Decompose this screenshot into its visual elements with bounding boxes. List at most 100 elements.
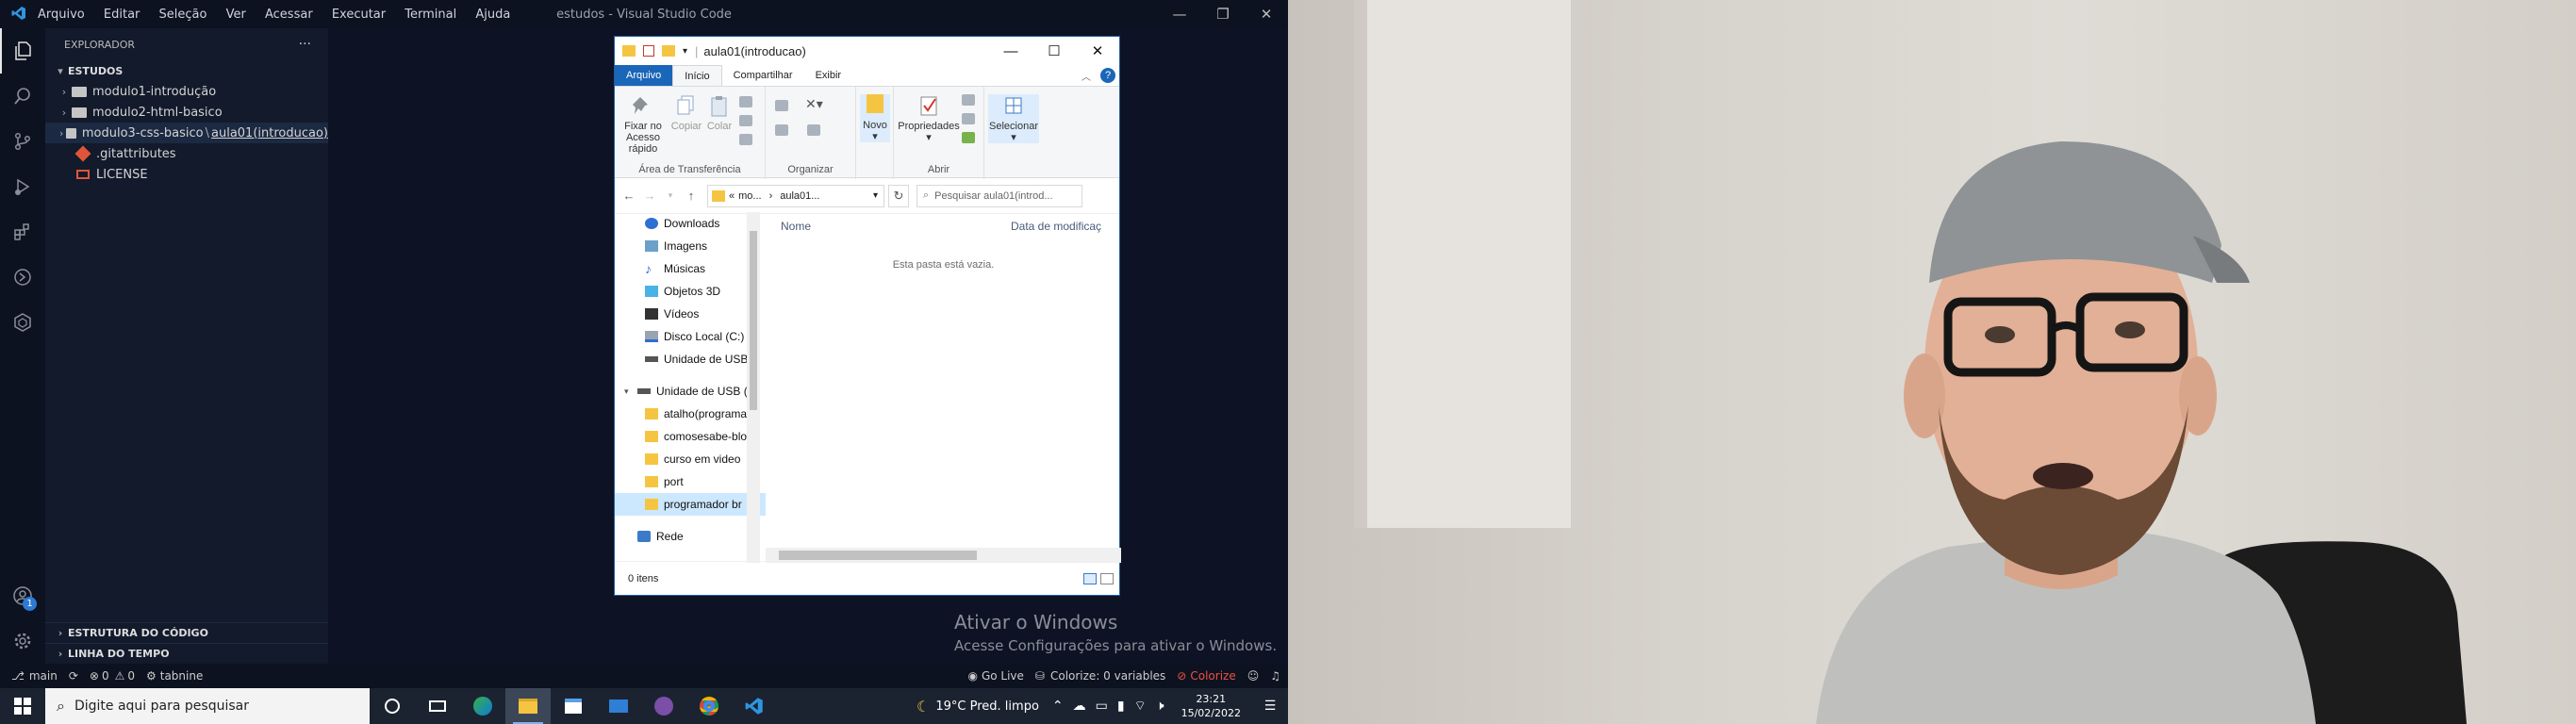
address-segment[interactable]: aula01... [780,190,819,202]
nav-item-usb-folder[interactable]: atalho(programa [615,403,766,425]
close-icon[interactable]: ✕ [1076,37,1119,65]
pin-quick-access-button[interactable]: Fixar no Acesso rápido [619,94,668,155]
weather-text[interactable]: 19°C Pred. limpo [935,699,1039,714]
remote-explorer-icon[interactable] [0,255,45,300]
large-icons-view-icon[interactable] [1100,572,1114,584]
show-hidden-icons[interactable]: ⌃ [1052,699,1064,714]
colorize-vars[interactable]: ⛁ Colorize: 0 variables [1035,669,1165,683]
overflow-icon[interactable]: « [729,190,735,202]
nav-item-videos[interactable]: Vídeos [615,303,766,325]
notifications-bell-icon[interactable]: ♫ [1270,669,1280,683]
minimize-icon[interactable]: — [1158,0,1201,28]
notification-center-icon[interactable]: ☰ [1252,699,1288,714]
tabnine-status[interactable]: ⚙ tabnine [146,669,203,683]
minimize-icon[interactable]: — [989,37,1032,65]
column-name[interactable]: Nome [766,220,1011,233]
rename-icon[interactable] [807,124,820,136]
tree-folder-modulo3[interactable]: › modulo3-css-basico \ aula01(introducao… [45,123,328,143]
github-icon[interactable] [641,688,686,724]
tree-item-subfolder[interactable]: aula01(introducao) [211,126,328,140]
restore-icon[interactable]: ❐ [1201,0,1245,28]
copy-to-icon[interactable] [775,124,788,136]
close-icon[interactable]: ✕ [1245,0,1288,28]
outline-section[interactable]: › ESTRUTURA DO CÓDIGO [45,622,328,643]
nav-item-disco-local[interactable]: Disco Local (C:) [615,325,766,348]
properties-qa-icon[interactable] [643,45,654,57]
tab-exibir[interactable]: Exibir [804,65,853,86]
colorize-button[interactable]: ⊘ Colorize [1177,669,1235,683]
nav-item-downloads[interactable]: Downloads [615,212,766,235]
nav-item-usb-quick[interactable]: Unidade de USB [615,348,766,370]
collapse-ribbon-icon[interactable]: ︿ [1082,69,1091,83]
menu-acessar[interactable]: Acessar [265,8,313,22]
tab-inicio[interactable]: Início [672,65,722,86]
recent-dropdown-icon[interactable]: ▾ [660,190,681,201]
nav-item-imagens[interactable]: Imagens [615,235,766,257]
up-icon[interactable]: ↑ [681,189,702,203]
copy-path-icon[interactable] [739,115,752,126]
nav-item-usb-folder[interactable]: curso em video [615,448,766,470]
mail-icon[interactable] [596,688,641,724]
h-scroll-thumb[interactable] [779,551,977,560]
paste-button[interactable]: Colar [705,94,734,132]
nav-item-usb-folder[interactable]: programador br [615,493,766,516]
address-segment[interactable]: mo... [738,190,761,202]
chevron-down-icon[interactable]: ▾ [873,190,878,201]
delete-icon[interactable]: ✕▾ [805,96,823,112]
taskbar-search[interactable]: ⌕ Digite aqui para pesquisar [45,688,370,724]
volume-icon[interactable]: 🕨 [1156,699,1164,714]
feedback-icon[interactable]: ☺ [1247,669,1260,683]
nav-scroll-thumb[interactable] [750,231,757,410]
workspace-section[interactable]: ▾ ESTUDOS [45,60,328,81]
account-icon[interactable]: 1 [0,573,45,618]
file-explorer-taskbar-icon[interactable] [505,688,551,724]
tab-compartilhar[interactable]: Compartilhar [722,65,804,86]
copy-button[interactable]: Copiar [669,94,703,132]
new-folder-qa-icon[interactable] [662,45,675,57]
problems-indicator[interactable]: ⊗ 0 ⚠ 0 [90,669,135,683]
chrome-icon[interactable] [686,688,732,724]
maximize-icon[interactable]: ☐ [1032,37,1076,65]
menu-ajuda[interactable]: Ajuda [475,8,510,22]
search-box[interactable]: ⌕ Pesquisar aula01(introd... [916,184,1082,207]
move-to-icon[interactable] [775,100,788,111]
vscode-taskbar-icon[interactable] [732,688,777,724]
onedrive-icon[interactable]: ☁ [1073,699,1086,714]
menu-selecao[interactable]: Seleção [159,8,207,22]
network-icon[interactable]: ⌔ [1134,698,1147,715]
store-icon[interactable] [551,688,596,724]
qa-dropdown-icon[interactable]: ▾ [683,46,687,57]
tree-folder-modulo1[interactable]: › modulo1-introdução [45,81,328,102]
forward-icon[interactable]: → [639,189,660,203]
source-control-icon[interactable] [0,119,45,164]
history-icon[interactable] [962,132,975,143]
windows-start-icon[interactable] [0,688,45,724]
tabnine-icon[interactable] [0,300,45,345]
edit-icon[interactable] [962,113,975,124]
nav-item-rede[interactable]: Rede [615,525,766,548]
tab-arquivo[interactable]: Arquivo [615,65,673,86]
branch-indicator[interactable]: ⎇ main [11,669,58,683]
address-bar[interactable]: « mo... › aula01... ▾ [707,184,884,207]
nav-item-usb-folder[interactable]: comosesabe-blo [615,425,766,448]
nav-item-usb-folder[interactable]: port [615,470,766,493]
run-debug-icon[interactable] [0,164,45,209]
settings-gear-icon[interactable] [0,618,45,664]
refresh-icon[interactable]: ↻ [888,184,909,207]
file-list[interactable]: Nome Data de modificaç Esta pasta está v… [766,212,1121,563]
nav-item-objetos3d[interactable]: Objetos 3D [615,280,766,303]
tree-file-gitattributes[interactable]: .gitattributes [45,143,328,164]
edge-icon[interactable] [460,688,505,724]
new-folder-button[interactable]: Novo ▾ [860,94,890,142]
menu-arquivo[interactable]: Arquivo [38,8,85,22]
tree-folder-modulo2[interactable]: › modulo2-html-basico [45,102,328,123]
properties-button[interactable]: Propriedades ▾ [898,94,960,143]
menu-ver[interactable]: Ver [226,8,246,22]
menu-terminal[interactable]: Terminal [405,8,456,22]
extensions-icon[interactable] [0,209,45,255]
select-button[interactable]: Selecionar ▾ [988,94,1039,143]
tree-file-license[interactable]: LICENSE [45,164,328,185]
nav-item-musicas[interactable]: ♪ Músicas [615,257,766,280]
open-icon[interactable] [962,94,975,106]
battery-icon[interactable]: ▮ [1117,699,1125,714]
